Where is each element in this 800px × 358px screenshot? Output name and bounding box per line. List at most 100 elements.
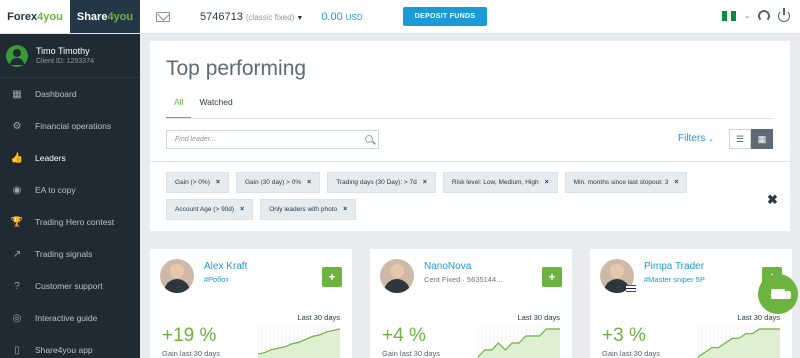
thailand-flag-icon [626, 285, 636, 293]
chart-line-icon: ↗ [12, 248, 22, 260]
dashboard-icon: ▦ [12, 88, 22, 100]
sidebar-item-customer-support[interactable]: ? Customer support [0, 270, 140, 302]
user-name: Timo Timothy [36, 46, 90, 56]
remove-filter-icon[interactable]: × [343, 206, 347, 213]
leader-name[interactable]: Pimpa Trader [644, 261, 704, 272]
leader-card[interactable]: NanoNova Cent Fixed · 5635144... + Last … [370, 249, 572, 358]
chat-bubble-button[interactable] [758, 274, 798, 314]
gear-icon: ⚙ [12, 120, 22, 132]
top-right-controls: ⌄ [722, 8, 790, 22]
sidebar-item-label: Financial operations [35, 121, 112, 131]
remove-filter-icon[interactable]: × [240, 206, 244, 213]
leader-tabs: All Watched [166, 97, 241, 119]
follow-plus-button[interactable]: + [542, 267, 562, 287]
sidebar-item-label: Customer support [35, 281, 103, 291]
gain-sparkline [258, 325, 340, 358]
compass-icon: ◎ [12, 312, 22, 324]
filter-chip-label: Min. months since last stopout: 3 [573, 179, 669, 186]
filter-chip: Trading days (30 Day): > 7d × [327, 172, 436, 193]
leader-name[interactable]: NanoNova [424, 261, 471, 272]
share-suffix: 4you [107, 10, 134, 23]
remove-filter-icon[interactable]: × [307, 179, 311, 186]
gain-label: Gain last 30 days [162, 349, 220, 358]
active-filters: Gain (> 0%) × Gain (30 day) > 0% × Trading d… [150, 161, 790, 231]
gain-label: Gain last 30 days [602, 349, 660, 358]
power-icon[interactable] [778, 8, 790, 22]
account-number: 5746713 [200, 10, 243, 23]
remove-filter-icon[interactable]: × [674, 179, 678, 186]
sidebar-item-interactive-guide[interactable]: ◎ Interactive guide [0, 302, 140, 334]
sidebar-item-label: Trading Hero contest [35, 217, 115, 227]
page-title: Top performing [166, 57, 307, 80]
tab-all[interactable]: All [166, 97, 192, 119]
sidebar-item-leaders[interactable]: 👍 Leaders [0, 142, 140, 174]
user-profile[interactable]: Timo Timothy Client ID: 1293374 [0, 34, 140, 78]
follow-plus-button[interactable]: + [322, 267, 342, 287]
leader-card[interactable]: Alex Kraft #Робот + Last 30 days +19 % G… [150, 249, 352, 358]
remove-filter-icon[interactable]: × [423, 179, 427, 186]
sidebar-item-share4you-app[interactable]: ▯ Share4you app [0, 334, 140, 358]
filter-chip: Risk level: Low, Medium, High × [442, 172, 558, 193]
search-icon[interactable] [365, 135, 373, 143]
list-view-icon[interactable]: ☰ [729, 129, 751, 149]
filter-chip-label: Gain (30 day) > 0% [244, 179, 302, 186]
view-toggle: ☰ ▦ [729, 129, 773, 149]
clear-filters-icon[interactable]: ✖ [767, 192, 778, 208]
period-label: Last 30 days [517, 313, 560, 322]
grid-view-icon[interactable]: ▦ [751, 129, 773, 149]
remove-filter-icon[interactable]: × [545, 179, 549, 186]
sidebar-item-label: Leaders [35, 153, 66, 163]
headset-icon[interactable] [758, 10, 770, 22]
leader-name[interactable]: Alex Kraft [204, 261, 247, 272]
sidebar-item-label: Trading signals [35, 249, 93, 259]
balance-amount: 0.00 [321, 10, 343, 23]
top-bar: 5746713 (classic fixed) ▼ 0.00 USD DEPOSI… [140, 0, 800, 34]
gain-value: +4 % [382, 325, 426, 346]
filter-chip: Account Age (> 90d) × [166, 199, 254, 220]
brand-switcher: Forex 4you Share 4you [0, 0, 140, 34]
remove-filter-icon[interactable]: × [216, 179, 220, 186]
forex-prefix: Forex [7, 10, 38, 23]
filter-chip-label: Account Age (> 90d) [175, 206, 235, 213]
tab-watched[interactable]: Watched [191, 97, 240, 119]
filter-chip-label: Gain (> 0%) [175, 179, 210, 186]
robot-icon: ◉ [12, 184, 22, 196]
filter-chip: Gain (30 day) > 0% × [235, 172, 321, 193]
sidebar-menu: ▦ Dashboard ⚙ Financial operations 👍 Leaders ◉… [0, 78, 140, 358]
filter-chip-label: Risk level: Low, Medium, High [451, 179, 539, 186]
leader-avatar [380, 259, 414, 293]
mail-icon[interactable] [156, 11, 170, 22]
account-selector[interactable]: 5746713 (classic fixed) ▼ [200, 11, 303, 23]
avatar [6, 44, 28, 67]
filters-toggle[interactable]: Filters ⌄ [678, 133, 714, 144]
balance-currency: USD [345, 12, 363, 22]
leader-subtitle: #Робот [204, 275, 229, 284]
top-performing-panel: Top performing All Watched Find leader..… [150, 41, 790, 231]
sidebar-item-financial-operations[interactable]: ⚙ Financial operations [0, 110, 140, 142]
share-prefix: Share [76, 10, 108, 23]
sidebar-item-trading-signals[interactable]: ↗ Trading signals [0, 238, 140, 270]
language-flag-icon[interactable] [722, 11, 737, 21]
balance: 0.00 USD [321, 11, 362, 23]
chevron-down-icon[interactable]: ⌄ [744, 12, 750, 20]
period-label: Last 30 days [737, 313, 780, 322]
filter-chip-label: Only leaders with photo [269, 206, 338, 213]
sidebar-item-trading-hero-contest[interactable]: 🏆 Trading Hero contest [0, 206, 140, 238]
share4you-tab[interactable]: Share 4you [70, 0, 140, 33]
chevron-down-icon: ⌄ [708, 136, 714, 143]
gain-label: Gain last 30 days [382, 349, 440, 358]
leader-avatar [160, 259, 194, 293]
account-type: (classic fixed) [245, 12, 295, 22]
sidebar-item-ea-to-copy[interactable]: ◉ EA to copy [0, 174, 140, 206]
sidebar-item-dashboard[interactable]: ▦ Dashboard [0, 78, 140, 110]
period-label: Last 30 days [297, 313, 340, 322]
help-icon: ? [14, 280, 20, 292]
search-input[interactable]: Find leader... [166, 130, 379, 149]
filter-chip: Gain (> 0%) × [166, 172, 229, 193]
client-id: Client ID: 1293374 [36, 58, 94, 65]
filters-label: Filters [678, 133, 706, 144]
deposit-funds-button[interactable]: DEPOSIT FUNDS [402, 7, 488, 26]
search-placeholder: Find leader... [175, 136, 216, 143]
tabs-divider [166, 118, 774, 119]
forex4you-tab[interactable]: Forex 4you [0, 0, 70, 33]
